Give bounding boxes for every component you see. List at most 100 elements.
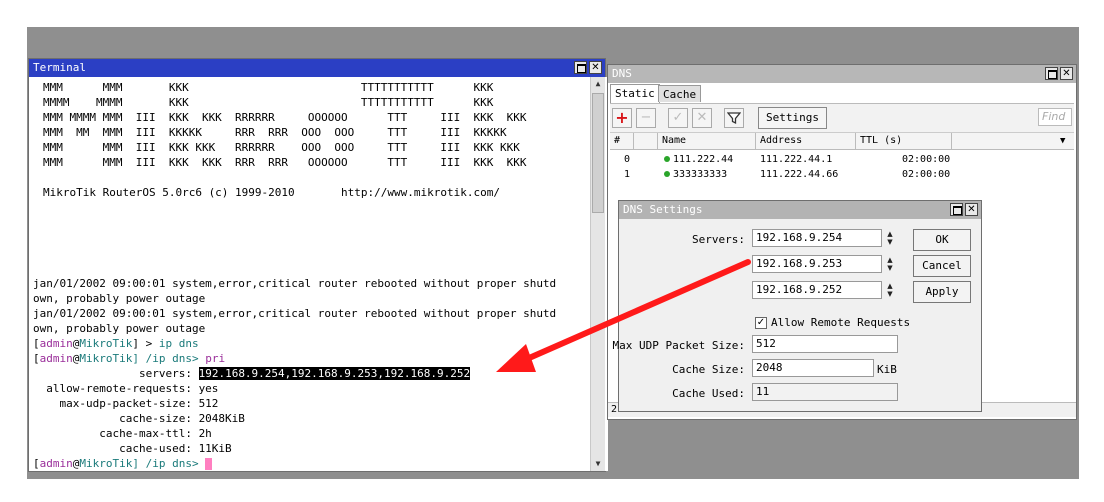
row-num: 1 <box>624 169 631 180</box>
prompt-host: MikroTik <box>79 337 133 350</box>
output-line: cache-size: 2048KiB <box>33 412 245 425</box>
terminal-scrollbar[interactable]: ▲ ▼ <box>590 77 605 471</box>
banner-line: MMM MMM KKK TTTTTTTTTTT KKK <box>43 81 494 94</box>
enabled-status-icon <box>664 156 670 162</box>
maximize-button[interactable] <box>1045 67 1058 80</box>
enable-icon[interactable]: ✓ <box>668 108 688 128</box>
column-chooser-icon[interactable]: ▼ <box>1056 133 1074 149</box>
cancel-button[interactable]: Cancel <box>913 255 971 277</box>
log-line: own, probably power outage <box>33 322 206 335</box>
server-input-1[interactable]: 192.168.9.254 <box>752 229 882 247</box>
scroll-down-icon[interactable]: ▼ <box>592 458 604 470</box>
banner-line: MMM MMM III KKK KKK RRRRRR OOO OOO TTT I… <box>43 141 520 154</box>
log-line: jan/01/2002 09:00:01 system,error,critic… <box>33 307 557 320</box>
prompt-user: admin <box>39 337 73 350</box>
row-name-text: 333333333 <box>673 169 728 180</box>
scroll-up-icon[interactable]: ▲ <box>592 78 604 90</box>
servers-label: Servers: <box>692 233 745 246</box>
log-line: jan/01/2002 09:00:01 system,error,critic… <box>33 277 557 290</box>
add-icon[interactable]: + <box>612 108 632 128</box>
scrollbar-thumb[interactable] <box>592 93 604 213</box>
tab-static[interactable]: Static <box>610 84 660 103</box>
output-line: max-udp-packet-size: 512 <box>33 397 219 410</box>
column-header-num[interactable]: # <box>610 133 634 149</box>
close-button[interactable]: ✕ <box>1060 67 1073 80</box>
row-num: 0 <box>624 154 631 165</box>
banner-line: MMM MMM III KKK KKK RRR RRR OOOOOO TTT I… <box>43 156 527 169</box>
column-header-spacer <box>634 133 658 149</box>
row-name-text: 111.222.44 <box>673 154 734 165</box>
row-name: 333333333 <box>664 167 727 182</box>
allow-remote-checkbox[interactable]: ✓ <box>755 317 767 329</box>
prompt-path: ] > <box>132 337 159 350</box>
close-button[interactable]: ✕ <box>965 203 978 216</box>
output-line: cache-used: 11KiB <box>33 442 232 455</box>
dns-titlebar[interactable]: DNS <box>608 65 1076 83</box>
maximize-button[interactable] <box>950 203 963 216</box>
server-input-3[interactable]: 192.168.9.252 <box>752 281 882 299</box>
servers-value-highlight: 192.168.9.254,192.168.9.253,192.168.9.25… <box>198 367 471 380</box>
table-header: # Name Address TTL (s) ▼ <box>610 133 1074 150</box>
dns-settings-dialog: DNS Settings ✕ Servers: 192.168.9.254 ▲ ▼… <box>613 200 982 412</box>
tab-cache[interactable]: Cache <box>658 85 702 102</box>
max-udp-input[interactable]: 512 <box>752 335 898 353</box>
find-input[interactable]: Find <box>1038 108 1072 126</box>
close-button[interactable]: ✕ <box>589 61 602 74</box>
output-line: cache-max-ttl: 2h <box>33 427 212 440</box>
server-1-updown-icon[interactable]: ▲ ▼ <box>884 230 896 246</box>
prompt-host: MikroTik <box>79 352 133 365</box>
command-text: ip dns <box>158 337 199 350</box>
dns-settings-titlebar[interactable]: DNS Settings <box>619 201 981 219</box>
cache-size-label: Cache Size: <box>672 363 745 376</box>
column-header-address[interactable]: Address <box>756 133 856 149</box>
row-address: 111.222.44.66 <box>760 169 839 180</box>
terminal-output[interactable]: MMM MMM KKK TTTTTTTTTTT KKK MMMM MMMM KK… <box>29 77 608 471</box>
server-input-2[interactable]: 192.168.9.253 <box>752 255 882 273</box>
log-line: own, probably power outage <box>33 292 206 305</box>
prompt-user: admin <box>39 457 73 470</box>
cache-size-unit: KiB <box>877 363 897 376</box>
filter-icon[interactable] <box>724 108 744 128</box>
row-ttl: 02:00:00 <box>902 169 951 180</box>
prompt-host: MikroTik <box>79 457 133 470</box>
remove-icon[interactable]: − <box>636 108 656 128</box>
prompt-user: admin <box>39 352 73 365</box>
command-line-2: [admin@MikroTik] /ip dns> pri <box>33 352 226 365</box>
server-2-updown-icon[interactable]: ▲ ▼ <box>884 256 896 272</box>
servers-output-line: servers: 192.168.9.254,192.168.9.253,192… <box>33 366 471 381</box>
cache-used-field: 11 <box>752 383 898 401</box>
table-row[interactable]: 1 333333333 111.222.44.66 02:00:00 <box>610 167 1074 182</box>
table-row[interactable]: 0 111.222.44 111.222.44.1 02:00:00 <box>610 152 1074 167</box>
row-address: 111.222.44.1 <box>760 154 833 165</box>
banner-line: MMMM MMMM KKK TTTTTTTTTTT KKK <box>43 96 494 109</box>
disable-icon[interactable]: ✕ <box>692 108 712 128</box>
terminal-titlebar[interactable]: Terminal <box>29 59 605 77</box>
apply-button[interactable]: Apply <box>913 281 971 303</box>
settings-button[interactable]: Settings <box>758 107 827 129</box>
cache-used-label: Cache Used: <box>672 387 745 400</box>
row-ttl: 02:00:00 <box>902 154 951 165</box>
banner-line: MMM MM MMM III KKKKK RRR RRR OOO OOO TTT… <box>43 126 507 139</box>
dns-title: DNS <box>612 67 632 80</box>
command-line-3[interactable]: [admin@MikroTik] /ip dns> <box>33 456 213 471</box>
command-line-1: [admin@MikroTik] > ip dns <box>33 337 199 350</box>
column-header-ttl[interactable]: TTL (s) <box>856 133 952 149</box>
dns-toolbar: + − ✓ ✕ Settings Find <box>610 103 1074 133</box>
dns-settings-title: DNS Settings <box>623 203 703 216</box>
allow-remote-label[interactable]: Allow Remote Requests <box>771 316 910 329</box>
max-udp-label: Max UDP Packet Size: <box>612 339 745 352</box>
cache-size-input[interactable]: 2048 <box>752 359 874 377</box>
prompt-path: ] /ip dns> <box>132 457 206 470</box>
maximize-button[interactable] <box>574 61 587 74</box>
server-3-updown-icon[interactable]: ▲ ▼ <box>884 282 896 298</box>
row-name: 111.222.44 <box>664 152 733 167</box>
terminal-title: Terminal <box>33 61 86 74</box>
terminal-window: Terminal ✕ MMM MMM KKK TTTTTTTTTTT KKK M… <box>28 58 608 472</box>
dns-tabs: Static Cache <box>610 84 810 103</box>
banner-line: MMM MMMM MMM III KKK KKK RRRRRR OOOOOO T… <box>43 111 527 124</box>
command-text: pri <box>205 352 226 365</box>
ok-button[interactable]: OK <box>913 229 971 251</box>
version-line: MikroTik RouterOS 5.0rc6 (c) 1999-2010 h… <box>43 186 500 199</box>
column-header-name[interactable]: Name <box>658 133 756 149</box>
prompt-path: ] /ip dns> <box>132 352 206 365</box>
